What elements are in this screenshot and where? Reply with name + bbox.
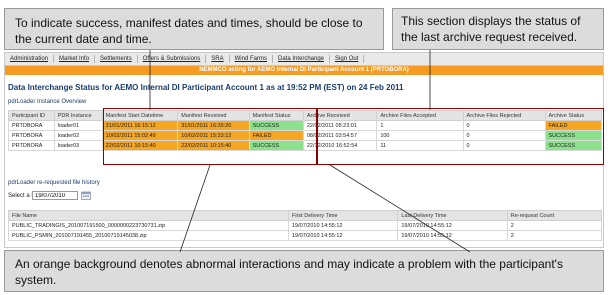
col-manifest-start[interactable]: Manifest Start Datetime [101,110,179,121]
callout-orange-note: An orange background denotes abnormal in… [4,250,604,292]
col-participant-id[interactable]: Participant ID [8,110,55,121]
cell-archive-accepted: 1 [376,120,464,131]
cell-archive-status: SUCCESS [544,140,603,151]
data-interchange-app: Administration Market Info Settlements O… [4,52,604,248]
nav-administration[interactable]: Administration [5,55,55,63]
col-archive-received[interactable]: Archive Received [302,110,378,121]
table-row[interactable]: PRTDBORA loader02 10/02/2011 15:02:49 10/02… [8,130,603,141]
rerequest-history-table: File Name First Delivery Time Last Deliv… [8,210,603,241]
callout-archive-text: This section displays the status of the … [401,14,581,44]
cell-manifest-start: 22/02/2011 10:15:40 [101,140,179,151]
page-title: Data Interchange Status for AEMO Interna… [8,83,404,92]
cell-archive-accepted: 11 [376,140,464,151]
nav-sign-out[interactable]: Sign Out [330,55,365,63]
col-pdr-instance[interactable]: PDR Instance [53,110,103,121]
cell-archive-status: FAILED [544,120,603,131]
cell-file-name: PUBLIC_TRADINGIS_201007191500_0000000223… [8,220,289,231]
instance-overview-table: Participant ID PDR Instance Manifest Sta… [8,110,603,151]
cell-manifest-status: FAILED [248,130,304,141]
col-file-name[interactable]: File Name [8,210,289,221]
table-row[interactable]: PUBLIC_TRADINGIS_201007191500_0000000223… [8,220,603,231]
table-row[interactable]: PUBLIC_PSMIN_201007191455_20100719145038… [8,230,603,241]
cell-last-delivery: 19/07/2010 14:55:12 [397,220,508,231]
col-manifest-received[interactable]: Manifest Received [177,110,250,121]
nav-settlements[interactable]: Settlements [95,55,138,63]
cell-archive-status: SUCCESS [544,130,603,141]
nav-data-interchange[interactable]: Data Interchange [273,55,331,63]
col-archive-rejected[interactable]: Archive Files Rejected [462,110,546,121]
instance-overview-title: pdrLoader Instance Overview [8,99,87,105]
callout-manifest-note: To indicate success, manifest dates and … [4,8,384,50]
cell-archive-rejected: 0 [462,130,546,141]
cell-rerequest-count: 2 [506,230,603,241]
cell-participant-id: PRTDBORA [8,140,55,151]
cell-pdr-instance: loader01 [53,120,103,131]
cell-pdr-instance: loader03 [53,140,103,151]
cell-archive-received: 22/02/2011 05:23:01 [302,120,378,131]
cell-archive-rejected: 0 [462,120,546,131]
cell-first-delivery: 19/07/2010 14:55:12 [287,230,399,241]
nav-sra[interactable]: SRA [206,55,230,63]
table-header-row: Participant ID PDR Instance Manifest Sta… [8,110,603,121]
nav-offers-submissions[interactable]: Offers & Submissions [138,55,207,63]
cell-participant-id: PRTDBORA [8,120,55,131]
col-last-delivery[interactable]: Last Delivery Time [397,210,508,221]
callout-orange-text: An orange background denotes abnormal in… [15,257,563,287]
cell-last-delivery: 19/07/2010 14:55:12 [397,230,508,241]
cell-archive-rejected: 0 [462,140,546,151]
cell-rerequest-count: 2 [506,220,603,231]
cell-archive-received: 08/02/2011 03:54:57 [302,130,378,141]
nav-wind-farms[interactable]: Wind Farms [230,55,273,63]
cell-manifest-received: 31/01/2011 16:35:20 [177,120,250,131]
cell-manifest-received: 10/02/2011 15:33:12 [177,130,250,141]
cell-archive-accepted: 100 [376,130,464,141]
participant-banner: NEMMCO acting for AEMO Internal DI Parti… [5,66,603,75]
top-navigation: Administration Market Info Settlements O… [5,53,603,66]
col-rerequest-count[interactable]: Re-request Count [506,210,603,221]
rerequest-history-title: pdrLoader re-requested file history [8,180,100,186]
nav-market-info[interactable]: Market Info [54,55,96,63]
callout-manifest-text: To indicate success, manifest dates and … [15,16,363,46]
cell-pdr-instance: loader02 [53,130,103,141]
cell-manifest-status: SUCCESS [248,120,304,131]
calendar-icon[interactable] [81,191,91,200]
cell-archive-received: 22/12/2010 16:52:54 [302,140,378,151]
cell-participant-id: PRTDBORA [8,130,55,141]
col-archive-accepted[interactable]: Archive Files Accepted [376,110,464,121]
table-row[interactable]: PRTDBORA loader01 31/01/2011 16:15:12 31/01… [8,120,603,131]
col-manifest-status[interactable]: Manifest Status [248,110,304,121]
col-first-delivery[interactable]: First Delivery Time [287,210,399,221]
callout-archive-note: This section displays the status of the … [392,8,604,50]
cell-manifest-status: SUCCESS [248,140,304,151]
cell-file-name: PUBLIC_PSMIN_201007191455_20100719145038… [8,230,289,241]
table-row[interactable]: PRTDBORA loader03 22/02/2011 10:15:40 22/02… [8,140,603,151]
cell-manifest-start: 10/02/2011 15:02:49 [101,130,179,141]
date-filter-input[interactable] [32,191,78,200]
cell-manifest-start: 31/01/2011 16:15:12 [101,120,179,131]
col-archive-status[interactable]: Archive Status [544,110,603,121]
cell-first-delivery: 19/07/2010 14:55:12 [287,220,399,231]
cell-manifest-received: 22/02/2011 10:15:40 [177,140,250,151]
table-header-row: File Name First Delivery Time Last Deliv… [8,210,603,221]
